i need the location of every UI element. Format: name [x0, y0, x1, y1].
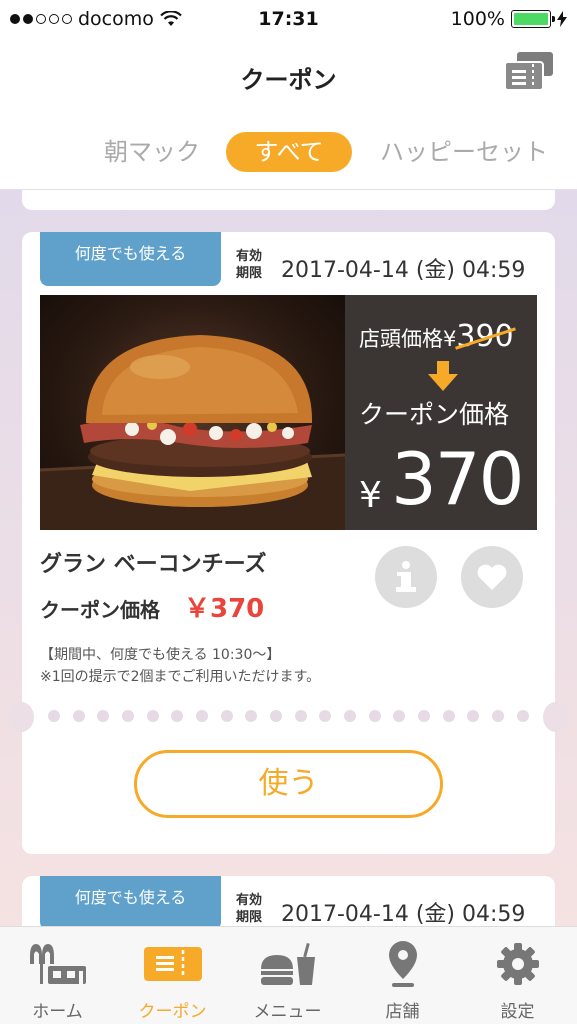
item-name: グラン ベーコンチーズ	[40, 552, 267, 577]
battery-icon	[511, 10, 555, 28]
price-value: ￥370	[184, 594, 265, 624]
favorite-button[interactable]	[461, 546, 523, 608]
tab-all[interactable]: すべて	[226, 132, 352, 172]
info-button[interactable]	[375, 546, 437, 608]
page-title: クーポン	[240, 66, 337, 94]
coupon-price-big: 370	[391, 437, 524, 521]
limit-note: ※1回の提示で2個までご利用いただけます。	[40, 669, 321, 685]
expiry-label-line2: 期限	[236, 266, 263, 281]
store-price-label: 店頭価格¥	[359, 327, 457, 351]
nav-settings[interactable]: 設定	[460, 927, 575, 1024]
coupon-price-yen: ¥	[359, 475, 382, 516]
coupon-list[interactable]: 何度でも使える 有効 期限 2017-04-14 (金) 04:59 店頭価格¥…	[0, 190, 577, 926]
expiry-date: 2017-04-14 (金) 04:59	[281, 258, 526, 283]
signal-icon	[10, 14, 72, 24]
nav-store-label: 店舗	[385, 1002, 420, 1022]
reuse-badge: 何度でも使える	[40, 232, 221, 286]
burger-photo	[40, 295, 345, 530]
usage-note: 【期間中、何度でも使える 10:30～】	[40, 647, 281, 663]
price-label: クーポン価格	[40, 598, 160, 622]
expiry-label: 有効 期限	[236, 892, 262, 926]
menu-icon	[260, 942, 315, 985]
nav-home[interactable]: ホーム	[0, 927, 115, 1024]
tab-morning-mac[interactable]: 朝マック	[104, 132, 200, 172]
expiry-label-line2: 期限	[236, 910, 263, 925]
status-bar: docomo 17:31 100%	[0, 0, 577, 38]
arrow-down-icon	[428, 361, 458, 391]
store-price-old: 390	[456, 319, 514, 354]
expiry-label-line1: 有効	[236, 893, 263, 908]
next-coupon-card[interactable]: 何度でも使える 有効 期限 2017-04-14 (金) 04:59	[22, 876, 555, 926]
nav-settings-label: 設定	[500, 1002, 535, 1022]
tab-happy-set[interactable]: ハッピーセット	[380, 132, 548, 172]
expiry-label-line1: 有効	[236, 249, 263, 264]
expiry-date: 2017-04-14 (金) 04:59	[281, 902, 526, 926]
category-tabs: 朝マック すべて ハッピーセット	[0, 112, 577, 190]
info-icon	[396, 561, 416, 592]
store-price: 店頭価格¥390	[359, 319, 514, 354]
ticket-stack-icon[interactable]	[503, 50, 555, 92]
heart-icon	[477, 564, 507, 590]
home-icon	[29, 944, 86, 984]
previous-coupon-card[interactable]	[22, 190, 555, 210]
reuse-badge: 何度でも使える	[40, 876, 221, 926]
charging-icon	[557, 11, 567, 27]
nav-store[interactable]: 店舗	[345, 927, 460, 1024]
nav-home-label: ホーム	[32, 1002, 83, 1022]
coupon-card[interactable]: 何度でも使える 有効 期限 2017-04-14 (金) 04:59 店頭価格¥…	[8, 232, 569, 854]
coupon-price-heading: クーポン価格	[359, 400, 510, 429]
perforation-divider	[8, 702, 569, 732]
store-pin-icon	[388, 941, 417, 987]
nav-coupon[interactable]: クーポン	[115, 927, 230, 1024]
status-left: docomo	[10, 8, 182, 30]
use-coupon-button[interactable]: 使う	[134, 750, 443, 818]
nav-menu-label: メニュー	[253, 1002, 322, 1022]
carrier-name: docomo	[78, 8, 154, 30]
battery-percent: 100%	[450, 8, 505, 30]
coupon-icon	[143, 947, 202, 981]
nav-menu[interactable]: メニュー	[230, 927, 345, 1024]
wifi-icon	[160, 11, 182, 26]
header: クーポン	[0, 38, 577, 112]
price-panel: 店頭価格¥390 クーポン価格 ¥ 370	[345, 295, 537, 530]
bottom-nav: ホーム クーポン メニュー 店舗 設定	[0, 926, 577, 1024]
status-right: 100%	[451, 8, 567, 30]
expiry-label: 有効 期限	[236, 248, 262, 282]
settings-gear-icon	[496, 943, 539, 985]
nav-coupon-label: クーポン	[138, 1002, 207, 1022]
